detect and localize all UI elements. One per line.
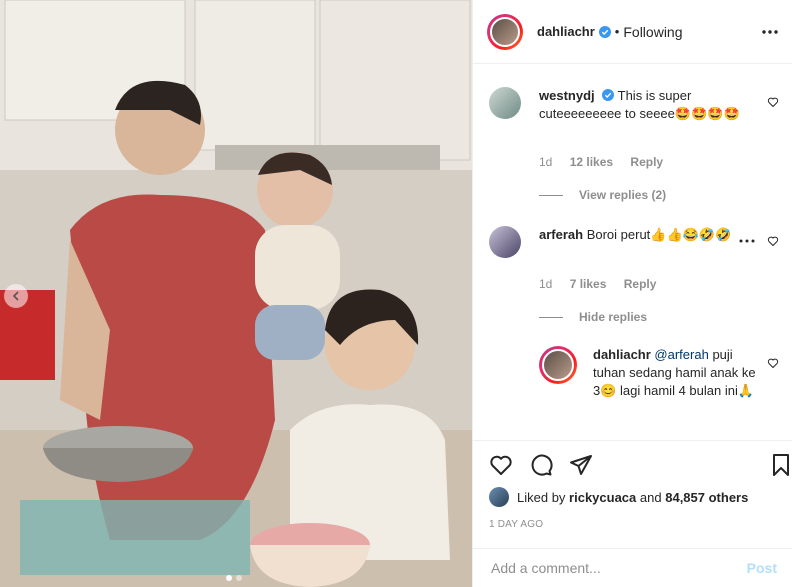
reply-like-heart-icon[interactable]: [767, 357, 779, 369]
comment-emoji: 🤩🤩🤩🤩: [674, 106, 740, 121]
view-replies-label: View replies (2): [579, 188, 667, 202]
chevron-left-icon: [12, 291, 19, 301]
comment-item: arferah Boroi perut👍👍😂🤣🤣: [489, 226, 759, 258]
likes-summary: Liked by rickycuaca and 84,857 others: [489, 487, 748, 507]
commenter-avatar[interactable]: [489, 87, 521, 119]
comment-options-icon[interactable]: [739, 237, 755, 245]
reply-button[interactable]: Reply: [624, 277, 657, 291]
reply-body-2: lagi hamil 4 bulan ini: [620, 383, 738, 398]
comment-meta: 1d 7 likes Reply: [539, 277, 670, 291]
comment-time: 1d: [539, 277, 553, 291]
likes-count[interactable]: 84,857 others: [665, 490, 748, 505]
reply-avatar[interactable]: [539, 346, 577, 384]
comment-username[interactable]: westnydj: [539, 88, 595, 103]
carousel-prev-button[interactable]: [4, 284, 28, 308]
bookmark-icon[interactable]: [769, 453, 792, 477]
comment-like-heart-icon[interactable]: [767, 96, 779, 108]
comment-meta: 1d 12 likes Reply: [539, 155, 677, 169]
separator-dot: •: [614, 24, 620, 39]
reply-emoji-2: 🙏: [737, 383, 755, 398]
comment-emoji: 👍👍😂🤣🤣: [650, 227, 732, 242]
comment-text: arferah Boroi perut👍👍😂🤣🤣: [539, 226, 731, 258]
reply-mention[interactable]: @arferah: [654, 347, 708, 362]
reply-button[interactable]: Reply: [630, 155, 663, 169]
share-icon[interactable]: [569, 453, 593, 477]
author-avatar[interactable]: [487, 13, 523, 50]
liked-by-connector: and: [639, 489, 662, 505]
add-comment-input[interactable]: [489, 559, 747, 577]
comment-like-heart-icon[interactable]: [767, 235, 779, 247]
comments-list[interactable]: westnydj This is super cuteeeeeeeee to s…: [473, 65, 792, 439]
following-button[interactable]: Following: [623, 24, 682, 40]
post-header: dahliachr • Following: [473, 0, 792, 64]
comment-composer: Post: [473, 548, 792, 587]
view-replies-toggle[interactable]: View replies (2): [539, 188, 666, 202]
verified-badge-icon: [602, 89, 615, 101]
post-photo[interactable]: [0, 0, 472, 587]
post-comment-button[interactable]: Post: [747, 560, 777, 576]
reply-username[interactable]: dahliachr: [593, 347, 651, 362]
hide-replies-toggle[interactable]: Hide replies: [539, 310, 647, 324]
liked-by-prefix: Liked by: [517, 489, 566, 505]
photo-illustration: [0, 0, 472, 587]
carousel-dot: [236, 575, 242, 581]
comment-item: westnydj This is super cuteeeeeeeee to s…: [489, 87, 759, 123]
reply-emoji-1: 😊: [600, 383, 617, 398]
reply-text: dahliachr @arferah puji tuhan sedang ham…: [593, 346, 759, 400]
comment-username[interactable]: arferah: [539, 227, 583, 242]
post-actions: Liked by rickycuaca and 84,857 others 1 …: [473, 440, 792, 549]
author-username[interactable]: dahliachr: [537, 24, 595, 39]
liker-username[interactable]: rickycuaca: [569, 490, 636, 505]
reply-item: dahliachr @arferah puji tuhan sedang ham…: [539, 346, 759, 400]
post-timestamp[interactable]: 1 DAY AGO: [489, 519, 543, 530]
comment-likes[interactable]: 12 likes: [570, 155, 613, 169]
heart-icon[interactable]: [489, 453, 513, 477]
hide-replies-label: Hide replies: [579, 310, 648, 324]
verified-badge-icon: [598, 25, 611, 38]
comment-body: Boroi perut: [586, 227, 651, 242]
three-dots-icon[interactable]: [760, 22, 780, 42]
carousel-dots: [226, 575, 242, 581]
comment-time: 1d: [539, 155, 553, 169]
liker-avatar[interactable]: [489, 487, 509, 507]
comment-icon[interactable]: [529, 453, 553, 477]
commenter-avatar[interactable]: [489, 226, 521, 258]
carousel-dot: [226, 575, 232, 581]
comment-text: westnydj This is super cuteeeeeeeee to s…: [539, 87, 759, 123]
comment-likes[interactable]: 7 likes: [570, 277, 607, 291]
post-panel: dahliachr • Following westnydj This is s…: [472, 0, 792, 587]
